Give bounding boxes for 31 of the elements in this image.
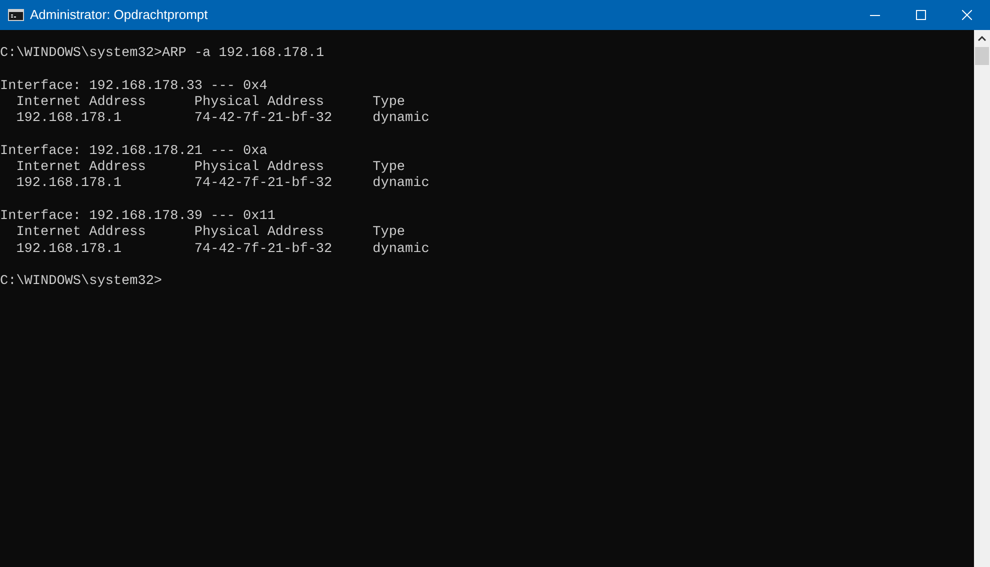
column-heading: Physical Address (194, 225, 324, 240)
interface-header: Interface: 192.168.178.39 --- 0x11 (0, 208, 276, 224)
column-heading: Type (372, 94, 406, 110)
table-cell: 192.168.178.1 (16, 176, 122, 192)
column-heading: Internet Address (16, 94, 146, 110)
table-cell: 74-42-7f-21-bf-32 (194, 111, 332, 126)
table-cell: 74-42-7f-21-bf-32 (194, 242, 332, 257)
table-cell: 74-42-7f-21-bf-32 (194, 176, 332, 192)
minimize-icon (870, 14, 880, 16)
console-app-icon (8, 9, 24, 21)
command-line: C:\WINDOWS\system32>ARP -a 192.168.178.1 (0, 46, 324, 61)
table-cell: dynamic (372, 176, 430, 192)
column-heading: Internet Address (16, 160, 146, 176)
command-prompt: C:\WINDOWS\system32> (0, 274, 162, 290)
scroll-thumb[interactable] (975, 47, 989, 65)
interface-header: Interface: 192.168.178.21 --- 0xa (0, 144, 268, 159)
close-icon (962, 10, 972, 20)
table-cell: 192.168.178.1 (16, 111, 122, 126)
scroll-up-icon (978, 36, 986, 41)
column-heading: Physical Address (194, 94, 324, 110)
column-heading: Physical Address (194, 160, 324, 176)
table-cell: dynamic (372, 111, 430, 126)
table-cell: 192.168.178.1 (16, 242, 122, 257)
scrollbar[interactable] (974, 30, 990, 567)
interface-header: Interface: 192.168.178.33 --- 0x4 (0, 78, 268, 94)
maximize-icon (916, 10, 926, 20)
column-heading: Internet Address (16, 225, 146, 240)
column-heading: Type (372, 225, 406, 240)
column-heading: Type (372, 160, 406, 176)
window-title: Administrator: Opdrachtprompt (30, 6, 208, 24)
table-cell: dynamic (372, 242, 430, 257)
